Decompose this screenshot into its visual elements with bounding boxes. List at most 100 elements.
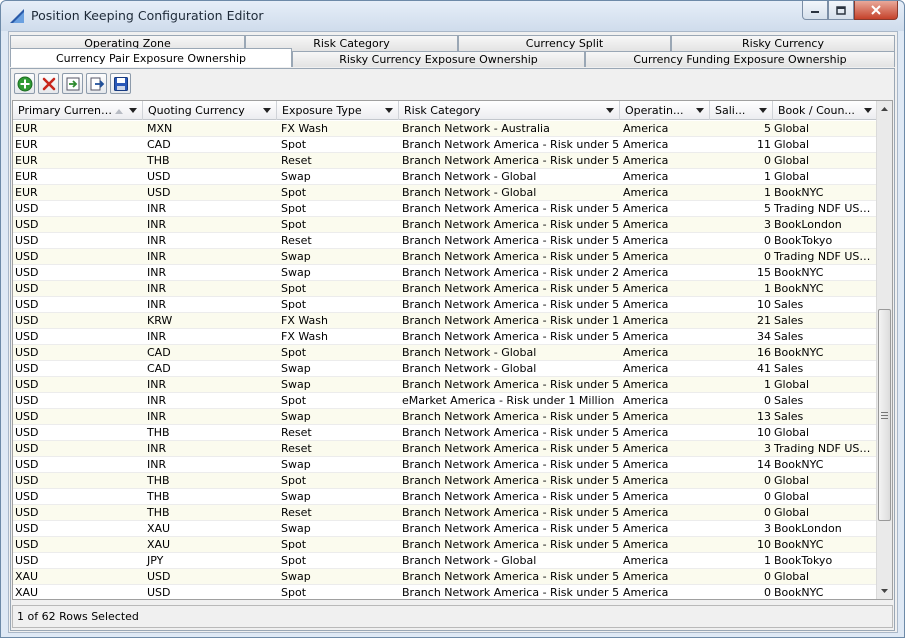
book-counterparty-cell[interactable]: Trading NDF USD/... <box>773 249 878 264</box>
exposure-type-cell[interactable]: Swap <box>277 265 399 280</box>
table-row[interactable]: USD THB Reset Branch Network America - Risk… <box>13 505 878 521</box>
operating-zone-cell[interactable]: America <box>620 121 710 136</box>
operating-zone-cell[interactable]: America <box>620 201 710 216</box>
column-filter-dropdown-icon[interactable] <box>127 101 139 120</box>
quoting-currency-cell[interactable]: THB <box>143 489 277 504</box>
exposure-type-cell[interactable]: FX Wash <box>277 121 399 136</box>
exposure-type-cell[interactable]: Swap <box>277 521 399 536</box>
book-counterparty-cell[interactable]: BookLondon <box>773 217 878 232</box>
table-row[interactable]: EUR CAD Spot Branch Network America - Risk … <box>13 137 878 153</box>
exposure-type-cell[interactable]: Spot <box>277 585 399 599</box>
operating-zone-cell[interactable]: America <box>620 441 710 456</box>
operating-zone-cell[interactable]: America <box>620 361 710 376</box>
exposure-type-cell[interactable]: Spot <box>277 201 399 216</box>
exposure-type-cell[interactable]: Reset <box>277 505 399 520</box>
quoting-currency-cell[interactable]: INR <box>143 441 277 456</box>
saliency-cell[interactable]: 3 <box>710 441 773 456</box>
risk-category-cell[interactable]: Branch Network America - Risk under 5 Mi… <box>399 281 620 296</box>
data-grid[interactable]: Primary Currency Quoting Currency Exposu… <box>12 100 893 600</box>
exposure-type-cell[interactable]: FX Wash <box>277 313 399 328</box>
table-row[interactable]: USD INR Reset Branch Network America - Risk… <box>13 233 878 249</box>
exposure-type-cell[interactable]: Spot <box>277 537 399 552</box>
primary-currency-cell[interactable]: USD <box>13 505 143 520</box>
saliency-cell[interactable]: 0 <box>710 393 773 408</box>
risk-category-cell[interactable]: Branch Network America - Risk under 5 Mi… <box>399 441 620 456</box>
saliency-cell[interactable]: 0 <box>710 249 773 264</box>
primary-currency-cell[interactable]: USD <box>13 297 143 312</box>
book-counterparty-cell[interactable]: Global <box>773 137 878 152</box>
exposure-type-cell[interactable]: Spot <box>277 217 399 232</box>
table-row[interactable]: EUR MXN FX Wash Branch Network - Australia A… <box>13 121 878 137</box>
primary-currency-cell[interactable]: EUR <box>13 153 143 168</box>
tab-risky-currency-exposure-ownership[interactable]: Risky Currency Exposure Ownership <box>292 51 585 67</box>
saliency-cell[interactable]: 10 <box>710 425 773 440</box>
primary-currency-cell[interactable]: USD <box>13 441 143 456</box>
quoting-currency-cell[interactable]: INR <box>143 329 277 344</box>
risk-category-cell[interactable]: Branch Network America - Risk under 5 Mi… <box>399 457 620 472</box>
close-button[interactable] <box>854 1 898 20</box>
book-counterparty-cell[interactable]: BookNYC <box>773 537 878 552</box>
book-counterparty-cell[interactable]: Global <box>773 489 878 504</box>
risk-category-cell[interactable]: Branch Network America - Risk under 5 Mi… <box>399 233 620 248</box>
quoting-currency-cell[interactable]: INR <box>143 201 277 216</box>
table-row[interactable]: USD INR Spot Branch Network America - Risk … <box>13 201 878 217</box>
operating-zone-cell[interactable]: America <box>620 521 710 536</box>
saliency-cell[interactable]: 11 <box>710 137 773 152</box>
saliency-cell[interactable]: 34 <box>710 329 773 344</box>
tab-risky-currency[interactable]: Risky Currency <box>671 35 895 51</box>
scroll-up-arrow-icon[interactable] <box>877 101 892 117</box>
table-row[interactable]: USD THB Reset Branch Network America - Risk… <box>13 425 878 441</box>
tab-currency-split[interactable]: Currency Split <box>458 35 671 51</box>
operating-zone-cell[interactable]: America <box>620 473 710 488</box>
table-row[interactable]: USD INR Swap Branch Network America - Risk … <box>13 377 878 393</box>
book-counterparty-cell[interactable]: Sales <box>773 361 878 376</box>
column-header-quoting-currency[interactable]: Quoting Currency <box>143 101 277 120</box>
operating-zone-cell[interactable]: America <box>620 409 710 424</box>
exposure-type-cell[interactable]: Spot <box>277 137 399 152</box>
quoting-currency-cell[interactable]: XAU <box>143 521 277 536</box>
operating-zone-cell[interactable]: America <box>620 233 710 248</box>
table-row[interactable]: USD INR FX Wash Branch Network America - Ri… <box>13 329 878 345</box>
saliency-cell[interactable]: 0 <box>710 489 773 504</box>
minimize-button[interactable] <box>802 1 828 20</box>
quoting-currency-cell[interactable]: CAD <box>143 137 277 152</box>
saliency-cell[interactable]: 0 <box>710 585 773 599</box>
book-counterparty-cell[interactable]: Global <box>773 121 878 136</box>
operating-zone-cell[interactable]: America <box>620 153 710 168</box>
primary-currency-cell[interactable]: USD <box>13 217 143 232</box>
book-counterparty-cell[interactable]: Sales <box>773 313 878 328</box>
add-button[interactable] <box>14 73 35 94</box>
quoting-currency-cell[interactable]: INR <box>143 249 277 264</box>
exposure-type-cell[interactable]: Swap <box>277 169 399 184</box>
book-counterparty-cell[interactable]: BookTokyo <box>773 553 878 568</box>
operating-zone-cell[interactable]: America <box>620 457 710 472</box>
book-counterparty-cell[interactable]: BookLondon <box>773 521 878 536</box>
table-row[interactable]: USD INR Spot eMarket America - Risk under 1… <box>13 393 878 409</box>
primary-currency-cell[interactable]: USD <box>13 265 143 280</box>
primary-currency-cell[interactable]: EUR <box>13 169 143 184</box>
quoting-currency-cell[interactable]: XAU <box>143 537 277 552</box>
risk-category-cell[interactable]: Branch Network America - Risk under 5 Mi… <box>399 217 620 232</box>
quoting-currency-cell[interactable]: CAD <box>143 345 277 360</box>
saliency-cell[interactable]: 1 <box>710 377 773 392</box>
risk-category-cell[interactable]: Branch Network America - Risk under 5 Mi… <box>399 425 620 440</box>
primary-currency-cell[interactable]: USD <box>13 345 143 360</box>
book-counterparty-cell[interactable]: Global <box>773 505 878 520</box>
quoting-currency-cell[interactable]: JPY <box>143 553 277 568</box>
saliency-cell[interactable]: 0 <box>710 233 773 248</box>
book-counterparty-cell[interactable]: Global <box>773 153 878 168</box>
book-counterparty-cell[interactable]: BookNYC <box>773 345 878 360</box>
book-counterparty-cell[interactable]: Trading NDF USD/... <box>773 441 878 456</box>
risk-category-cell[interactable]: Branch Network America - Risk under 5 Mi… <box>399 521 620 536</box>
quoting-currency-cell[interactable]: USD <box>143 585 277 599</box>
quoting-currency-cell[interactable]: THB <box>143 153 277 168</box>
risk-category-cell[interactable]: Branch Network - Global <box>399 185 620 200</box>
exposure-type-cell[interactable]: Reset <box>277 425 399 440</box>
exposure-type-cell[interactable]: Reset <box>277 441 399 456</box>
table-row[interactable]: USD INR Swap Branch Network America - Risk … <box>13 457 878 473</box>
quoting-currency-cell[interactable]: INR <box>143 393 277 408</box>
exposure-type-cell[interactable]: FX Wash <box>277 329 399 344</box>
saliency-cell[interactable]: 0 <box>710 153 773 168</box>
exposure-type-cell[interactable]: Swap <box>277 377 399 392</box>
saliency-cell[interactable]: 3 <box>710 521 773 536</box>
